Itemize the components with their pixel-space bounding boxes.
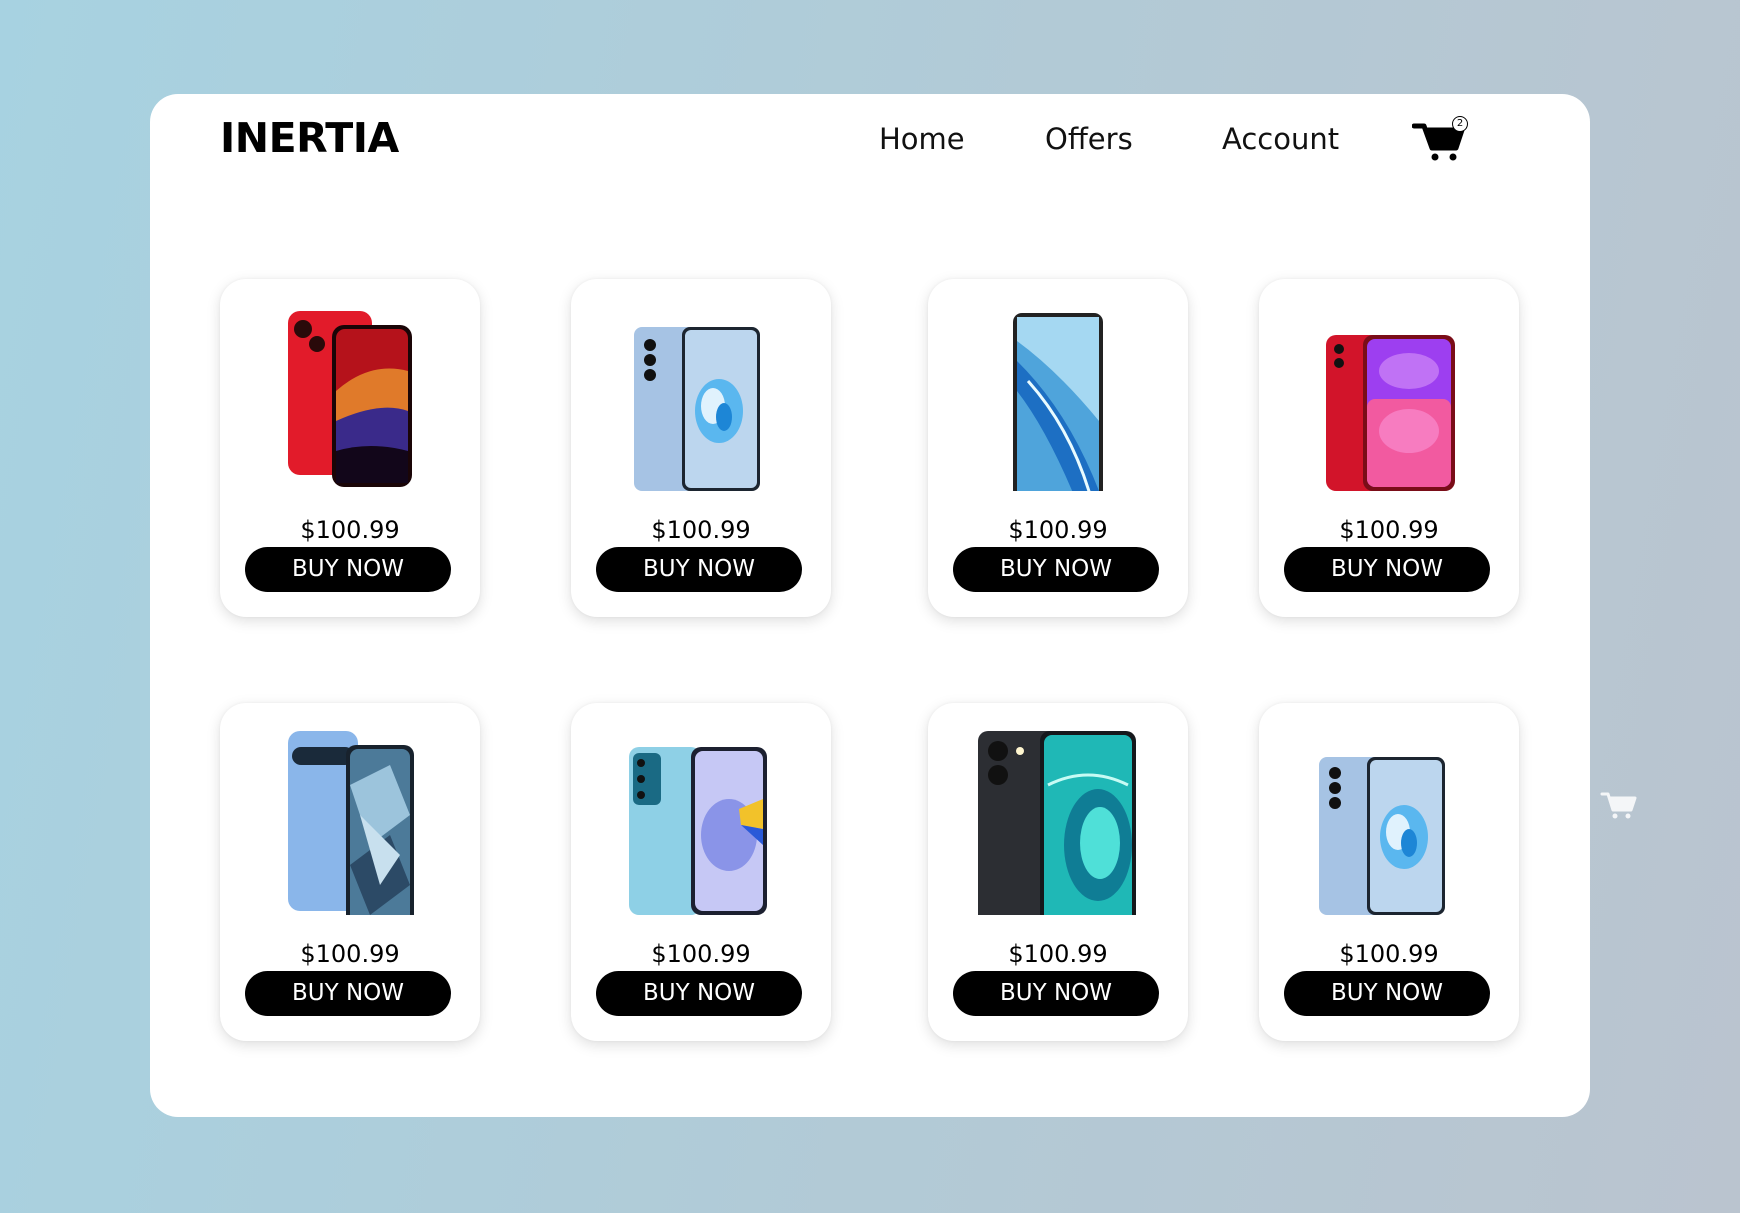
cart-icon: [1600, 790, 1640, 820]
buy-now-button[interactable]: BUY NOW: [245, 971, 451, 1016]
product-image-vivo-blue[interactable]: [571, 301, 831, 491]
product-price: $100.99: [300, 516, 400, 544]
buy-now-button[interactable]: BUY NOW: [953, 547, 1159, 592]
product-price: $100.99: [651, 940, 751, 968]
product-image-android-blue[interactable]: [928, 301, 1188, 509]
product-card[interactable]: $100.99 BUY NOW: [571, 279, 831, 617]
product-card[interactable]: $100.99 BUY NOW: [220, 279, 480, 617]
product-card[interactable]: $100.99 BUY NOW: [571, 703, 831, 1041]
product-card[interactable]: $100.99 BUY NOW: [220, 703, 480, 1041]
product-image-vivo-blue[interactable]: [1259, 725, 1519, 915]
buy-now-button[interactable]: BUY NOW: [1284, 547, 1490, 592]
product-image-iphone-11-red[interactable]: [1259, 301, 1519, 491]
product-price: $100.99: [1008, 940, 1108, 968]
nav-home[interactable]: Home: [879, 122, 965, 156]
product-price: $100.99: [300, 940, 400, 968]
brand-logo[interactable]: INERTIA: [220, 114, 399, 162]
product-image-iphone-red[interactable]: [220, 301, 480, 491]
product-card[interactable]: $100.99 BUY NOW: [928, 279, 1188, 617]
cart-count-badge: 2: [1452, 116, 1468, 132]
product-price: $100.99: [1339, 516, 1439, 544]
buy-now-button[interactable]: BUY NOW: [1284, 971, 1490, 1016]
product-price: $100.99: [651, 516, 751, 544]
product-price: $100.99: [1339, 940, 1439, 968]
product-image-pixel-blue[interactable]: [220, 725, 480, 931]
product-price: $100.99: [1008, 516, 1108, 544]
store-panel: INERTIA Home Offers Account 2 $100.99 BU…: [150, 94, 1590, 1117]
product-card[interactable]: $100.99 BUY NOW: [928, 703, 1188, 1041]
nav-offers[interactable]: Offers: [1045, 122, 1133, 156]
product-image-vivo-black[interactable]: [928, 725, 1188, 931]
buy-now-button[interactable]: BUY NOW: [596, 971, 802, 1016]
buy-now-button[interactable]: BUY NOW: [596, 547, 802, 592]
product-card[interactable]: $100.99 BUY NOW: [1259, 279, 1519, 617]
nav-account[interactable]: Account: [1222, 122, 1339, 156]
product-image-vivo-aqua[interactable]: [571, 725, 831, 915]
product-card[interactable]: $100.99 BUY NOW: [1259, 703, 1519, 1041]
buy-now-button[interactable]: BUY NOW: [953, 971, 1159, 1016]
buy-now-button[interactable]: BUY NOW: [245, 547, 451, 592]
